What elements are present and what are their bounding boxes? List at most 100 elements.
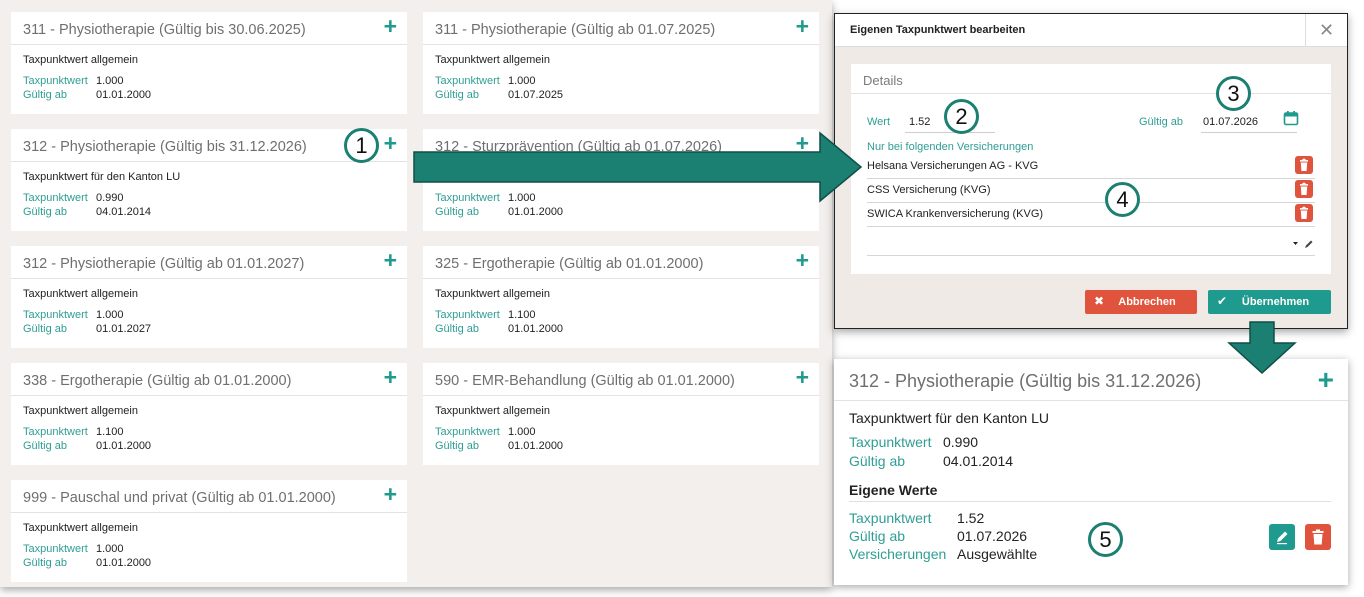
gueltig-ab-value: 01.01.2000 — [96, 89, 152, 101]
trash-icon — [1300, 158, 1308, 171]
gueltig-ab-label: Gültig ab — [1139, 116, 1184, 128]
card-description: Taxpunktwert allgemein — [23, 522, 138, 534]
own-values-heading: Eigene Werte — [849, 482, 938, 498]
gueltig-ab-label: Gültig ab — [23, 440, 68, 452]
own-gueltig-ab-value: 01.07.2026 — [957, 528, 1028, 544]
gueltig-ab-label: Gültig ab — [435, 206, 480, 218]
delete-insurance-button[interactable] — [1295, 156, 1313, 174]
callout-3: 3 — [1216, 76, 1251, 111]
add-icon[interactable]: + — [796, 366, 809, 389]
own-taxpunktwert-value: 1.52 — [957, 510, 985, 526]
add-icon[interactable]: + — [384, 366, 397, 389]
card-title: 311 - Physiotherapie (Gültig bis 30.06.2… — [23, 22, 306, 38]
close-icon[interactable]: ✕ — [1305, 14, 1347, 47]
add-icon[interactable]: + — [796, 249, 809, 272]
edit-taxpunktwert-dialog: Eigenen Taxpunktwert bearbeiten ✕ Detail… — [834, 13, 1348, 329]
delete-insurance-button[interactable] — [1295, 180, 1313, 198]
taxpunktwert-value: 1.000 — [96, 309, 124, 321]
own-taxpunktwert-label: Taxpunktwert — [849, 510, 932, 526]
taxpunktwert-value: 1.000 — [508, 426, 536, 438]
taxpunktwert-label: Taxpunktwert — [435, 192, 500, 204]
gueltig-ab-label: Gültig ab — [23, 323, 68, 335]
add-icon[interactable]: + — [384, 483, 397, 506]
taxpunktwert-value: 1.100 — [96, 426, 124, 438]
add-icon[interactable]: + — [1318, 364, 1334, 396]
gueltig-ab-value: 01.01.2027 — [96, 323, 152, 335]
taxpunktwert-value: 1.000 — [96, 543, 124, 555]
taxpunktwert-label: Taxpunktwert — [23, 192, 88, 204]
tariff-card: 311 - Physiotherapie (Gültig ab 01.07.20… — [423, 12, 819, 114]
card-title: 590 - EMR-Behandlung (Gültig ab 01.01.20… — [435, 373, 735, 389]
gueltig-ab-label: Gültig ab — [23, 89, 68, 101]
add-icon[interactable]: + — [384, 15, 397, 38]
card-header: 312 - Sturzprävention (Gültig ab 01.07.2… — [423, 129, 819, 162]
dropdown-edit-icon[interactable] — [1293, 240, 1315, 250]
gueltig-ab-label: Gültig ab — [435, 323, 480, 335]
apply-button-label: Übernehmen — [1241, 296, 1310, 308]
gueltig-ab-value: 04.01.2014 — [96, 206, 152, 218]
tariff-card: 325 - Ergotherapie (Gültig ab 01.01.2000… — [423, 246, 819, 348]
gueltig-ab-underline — [1201, 132, 1297, 133]
taxpunktwert-value: 1.100 — [508, 309, 536, 321]
card-description: Taxpunktwert für den Kanton LU — [23, 171, 181, 183]
card-header: 312 - Physiotherapie (Gültig ab 01.01.20… — [11, 246, 407, 279]
gueltig-ab-value: 01.07.2025 — [508, 89, 564, 101]
callout-1: 1 — [344, 128, 379, 163]
taxpunktwert-label: Taxpunktwert — [435, 309, 500, 321]
taxpunktwert-value: 1.000 — [96, 75, 124, 87]
trash-icon — [1300, 182, 1308, 195]
own-insurances-label: Versicherungen — [849, 546, 947, 562]
gueltig-ab-label: Gültig ab — [435, 440, 480, 452]
wert-label: Wert — [867, 116, 891, 128]
trash-icon — [1312, 529, 1324, 545]
card-description: Taxpunktwert allgemein — [435, 405, 550, 417]
delete-insurance-button[interactable] — [1295, 204, 1313, 222]
card-header: 311 - Physiotherapie (Gültig bis 30.06.2… — [11, 12, 407, 45]
gueltig-ab-value: 01.01.2000 — [508, 323, 564, 335]
own-gueltig-ab-label: Gültig ab — [849, 528, 906, 544]
callout-5: 5 — [1088, 522, 1123, 557]
tariff-card: 338 - Ergotherapie (Gültig ab 01.01.2000… — [11, 363, 407, 465]
tariff-card: 312 - Sturzprävention (Gültig ab 01.07.2… — [423, 129, 819, 231]
card-title: 312 - Physiotherapie (Gültig bis 31.12.2… — [849, 371, 1202, 391]
calendar-icon[interactable] — [1283, 110, 1299, 126]
card-title: 311 - Physiotherapie (Gültig ab 01.07.20… — [435, 22, 716, 38]
taxpunktwert-value: 1.000 — [508, 75, 536, 87]
insurance-name: Helsana Versicherungen AG - KVG — [867, 160, 1039, 172]
add-icon[interactable]: + — [384, 132, 397, 155]
details-section: Details Wert 1.52 Gültig ab 01.07.2026 N… — [851, 64, 1331, 274]
card-description: Taxpunktwert allgemein — [435, 54, 550, 66]
card-header: 590 - EMR-Behandlung (Gültig ab 01.01.20… — [423, 363, 819, 396]
gueltig-ab-value: 01.01.2000 — [508, 206, 564, 218]
gueltig-ab-label: Gültig ab — [849, 453, 906, 469]
tariff-card: 999 - Pauschal und privat (Gültig ab 01.… — [11, 480, 407, 582]
taxpunktwert-label: Taxpunktwert — [23, 543, 88, 555]
delete-button[interactable] — [1305, 524, 1331, 550]
card-title: 338 - Ergotherapie (Gültig ab 01.01.2000… — [23, 373, 292, 389]
taxpunktwert-label: Taxpunktwert — [23, 309, 88, 321]
gueltig-ab-input[interactable]: 01.07.2026 — [1203, 116, 1258, 128]
gueltig-ab-value: 01.01.2000 — [96, 557, 152, 569]
divider — [849, 501, 1331, 502]
card-title: 312 - Physiotherapie (Gültig ab 01.01.20… — [23, 256, 305, 272]
gueltig-ab-value: 01.01.2000 — [96, 440, 152, 452]
result-tariff-card: 312 - Physiotherapie (Gültig bis 31.12.2… — [834, 359, 1348, 585]
add-icon[interactable]: + — [796, 132, 809, 155]
insurance-select[interactable] — [867, 232, 1315, 256]
card-title: 999 - Pauschal und privat (Gültig ab 01.… — [23, 490, 336, 506]
apply-button[interactable]: ✔ Übernehmen — [1208, 290, 1331, 314]
add-icon[interactable]: + — [796, 15, 809, 38]
gueltig-ab-label: Gültig ab — [435, 89, 480, 101]
cancel-button[interactable]: ✖ Abbrechen — [1085, 290, 1197, 314]
edit-button[interactable] — [1269, 524, 1295, 550]
taxpunktwert-value: 0.990 — [943, 434, 979, 450]
taxpunktwert-label: Taxpunktwert — [435, 426, 500, 438]
card-title: 325 - Ergotherapie (Gültig ab 01.01.2000… — [435, 256, 704, 272]
dialog-header: Eigenen Taxpunktwert bearbeiten ✕ — [835, 14, 1347, 47]
insurance-row: SWICA Krankenversicherung (KVG) — [867, 203, 1315, 227]
card-description: Taxpunktwert allgemein — [23, 288, 138, 300]
add-icon[interactable]: + — [384, 249, 397, 272]
details-heading: Details — [851, 64, 1331, 94]
wert-input[interactable]: 1.52 — [909, 116, 930, 128]
gueltig-ab-value: 01.01.2000 — [508, 440, 564, 452]
